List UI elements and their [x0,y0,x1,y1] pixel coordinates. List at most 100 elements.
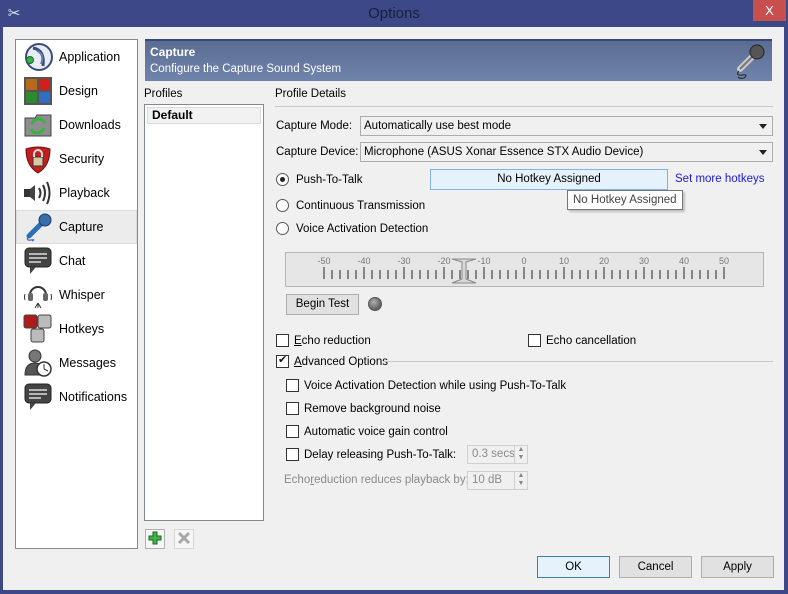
shield-lock-icon [21,143,55,175]
chat-bubble-icon [21,245,55,277]
vad-while-ptt-checkbox[interactable]: Voice Activation Detection while using P… [286,379,566,392]
remove-profile-button[interactable] [174,529,194,549]
sidebar-item-downloads[interactable]: Downloads [16,108,137,142]
threshold-slider-handle[interactable] [451,258,477,284]
capture-mode-select[interactable]: Automatically use best mode [360,116,773,136]
x-icon [177,531,191,548]
checkbox-label: Voice Activation Detection while using P… [304,379,567,392]
radio-label: Push-To-Talk [296,173,363,186]
spin-arrows-icon[interactable]: ▲ ▼ [514,472,527,489]
title-bar: ✂ Options X [0,0,788,28]
voice-activation-radio[interactable]: Voice Activation Detection [276,222,428,235]
spin-arrows-icon[interactable]: ▲ ▼ [514,446,527,463]
ok-button[interactable]: OK [537,556,610,578]
sidebar-item-label: Notifications [59,390,128,404]
voice-activation-meter[interactable]: -50 -40 -30 -20 -10 0 10 20 30 40 50 [285,252,764,287]
meter-tick-label: -10 [477,256,490,266]
sidebar-item-design[interactable]: Design [16,74,137,108]
checkbox[interactable] [528,334,541,347]
sidebar-item-label: Playback [59,186,110,200]
echo-cancellation-checkbox[interactable]: Echo cancellation [528,334,636,347]
meter-tick-label: 0 [521,256,526,266]
checkbox[interactable] [286,425,299,438]
delay-ptt-spinbox[interactable]: 0.3 secs ▲ ▼ [467,445,528,464]
advanced-options-checkbox[interactable]: Advanced Options [276,353,388,368]
checkbox-label: Echo cancellation [546,334,637,347]
delay-value: 0.3 secs [472,448,515,460]
teamspeak-logo-icon [21,41,55,73]
echo-reduction-spinbox[interactable]: 10 dB ▲ ▼ [467,471,528,490]
meter-tick-label: 10 [559,256,569,266]
plus-icon [148,531,162,548]
checkbox[interactable] [276,334,289,347]
sidebar-item-label: Capture [59,220,104,234]
checkbox-label: Advanced Options [294,355,388,368]
sidebar-item-label: Application [59,50,121,64]
sidebar-item-notifications[interactable]: Notifications [16,380,137,414]
meter-scale: -50 -40 -30 -20 -10 0 10 20 30 40 50 [317,256,729,284]
checkbox[interactable] [276,353,289,368]
test-status-indicator [368,297,382,311]
capture-device-select[interactable]: Microphone (ASUS Xonar Essence STX Audio… [360,142,773,162]
begin-test-button[interactable]: Begin Test [286,294,359,315]
sidebar-item-label: Security [59,152,105,166]
sidebar-item-hotkeys[interactable]: Hotkeys [16,312,137,346]
sidebar-item-label: Whisper [59,288,105,302]
checkbox[interactable] [286,379,299,392]
cancel-button[interactable]: Cancel [619,556,692,578]
push-to-talk-radio[interactable]: Push-To-Talk [276,173,362,186]
color-tiles-icon [21,75,55,107]
automatic-gain-control-checkbox[interactable]: Automatic voice gain control [286,425,448,438]
delay-ptt-release-checkbox[interactable]: Delay releasing Push-To-Talk: [286,448,456,461]
checkbox-label: Automatic voice gain control [304,425,448,438]
sidebar-item-capture[interactable]: Capture [16,210,137,244]
sidebar-item-application[interactable]: Application [16,40,137,74]
capture-device-value: Microphone (ASUS Xonar Essence STX Audio… [364,146,644,158]
checkbox-label: Delay releasing Push-To-Talk: [304,448,457,461]
profile-item-default[interactable]: Default [147,107,261,124]
user-clock-icon [21,347,55,379]
options-dialog: Application Design Downloads Security Pl… [3,27,784,590]
apply-button[interactable]: Apply [701,556,774,578]
page-header: Capture Configure the Capture Sound Syst… [145,39,772,81]
set-more-hotkeys-link[interactable]: Set more hotkeys [675,173,764,185]
checkbox[interactable] [286,448,299,461]
keys-icon [21,313,55,345]
capture-device-label: Capture Device: [276,146,359,158]
page-subtitle: Configure the Capture Sound System [150,63,342,75]
profiles-label: Profiles [144,88,183,100]
meter-tick-label: -20 [437,256,450,266]
meter-tick-label: -40 [357,256,370,266]
sidebar-item-chat[interactable]: Chat [16,244,137,278]
checkbox[interactable] [286,402,299,415]
radio-button[interactable] [276,173,289,186]
close-button[interactable]: X [753,0,786,21]
continuous-transmission-radio[interactable]: Continuous Transmission [276,199,425,212]
echo-reduction-value: 10 dB [472,474,503,486]
sidebar-item-label: Downloads [59,118,121,132]
checkbox-label: Remove background noise [304,402,441,415]
sidebar-item-whisper[interactable]: Whisper [16,278,137,312]
window-title: Options [368,5,420,22]
speaker-icon [21,177,55,209]
meter-tick-label: 50 [719,256,729,266]
sidebar-item-playback[interactable]: Playback [16,176,137,210]
sidebar-item-security[interactable]: Security [16,142,137,176]
sidebar-item-label: Messages [59,356,116,370]
sidebar-item-label: Design [59,84,98,98]
radio-button[interactable] [276,222,289,235]
sidebar-item-messages[interactable]: Messages [16,346,137,380]
radio-label: Continuous Transmission [296,199,426,212]
remove-background-noise-checkbox[interactable]: Remove background noise [286,402,441,415]
echo-reduction-checkbox[interactable]: Echo reduction [276,334,371,347]
radio-button[interactable] [276,199,289,212]
assign-hotkey-button[interactable]: No Hotkey Assigned [430,169,668,190]
add-profile-button[interactable] [145,529,165,549]
checkbox-label: Echo reduction [294,334,371,347]
hotkey-tooltip: No Hotkey Assigned [567,190,683,210]
folder-sync-icon [21,109,55,141]
meter-tick-label: 30 [639,256,649,266]
divider [275,106,773,107]
capture-mode-value: Automatically use best mode [364,120,512,132]
capture-mode-label: Capture Mode: [276,120,353,132]
